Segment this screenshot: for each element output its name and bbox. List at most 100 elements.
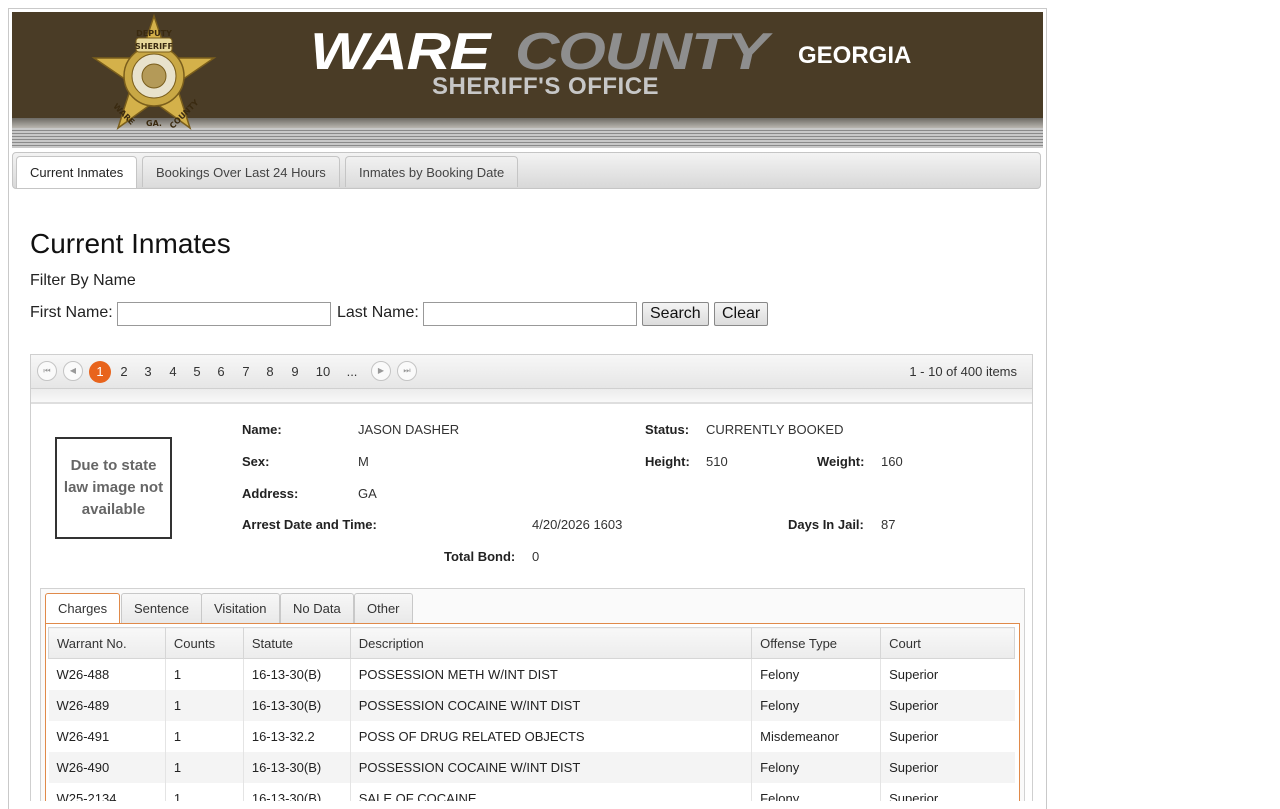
svg-text:SHERIFF: SHERIFF: [135, 42, 173, 51]
sex-value: M: [358, 454, 369, 469]
col-counts[interactable]: Counts: [164, 627, 244, 659]
charges-panel: Warrant No. Counts Statute Description O…: [45, 623, 1020, 801]
col-court[interactable]: Court: [880, 627, 1015, 659]
cell: Felony: [751, 690, 881, 721]
table-row[interactable]: W26-491 1 16-13-32.2 POSS OF DRUG RELATE…: [49, 721, 1015, 752]
status-label: Status:: [645, 422, 690, 437]
cell: 1: [164, 783, 244, 801]
pager: ⏮ ◀ 1 2 3 4 5 6 7 8 9 10 ... ▶ ⏭ 1 - 10 …: [31, 355, 1032, 389]
cell: W26-488: [56, 667, 110, 682]
tab-charges[interactable]: Charges: [45, 593, 121, 624]
table-row[interactable]: W26-489 1 16-13-30(B) POSSESSION COCAINE…: [48, 690, 1015, 721]
days-value: 87: [881, 517, 896, 532]
cell: Superior: [880, 752, 1015, 783]
weight-label: Weight:: [817, 454, 865, 469]
cell: Felony: [751, 752, 881, 783]
cell: 16-13-30(B): [242, 658, 351, 690]
main-tabbar: Current Inmates Bookings Over Last 24 Ho…: [12, 152, 1041, 189]
arrest-label: Arrest Date and Time:: [242, 517, 377, 532]
cell: SALE OF COCAINE: [349, 783, 752, 801]
status-value: CURRENTLY BOOKED: [706, 422, 844, 437]
clear-button[interactable]: Clear: [714, 302, 769, 326]
next-page-icon[interactable]: ▶: [371, 361, 391, 381]
cell: Superior: [880, 658, 1015, 690]
tab-no-data[interactable]: No Data: [280, 593, 354, 623]
inmate-photo-placeholder: Due to state law image not available: [55, 437, 172, 539]
last-name-input[interactable]: [423, 302, 637, 326]
weight-value: 160: [881, 454, 903, 469]
tab-inmates-by-booking-date[interactable]: Inmates by Booking Date: [345, 156, 519, 187]
first-name-input[interactable]: [117, 302, 331, 326]
cell: Superior: [880, 783, 1015, 801]
cell: Felony: [751, 658, 881, 690]
col-description[interactable]: Description: [349, 627, 753, 659]
page-9[interactable]: 9: [284, 361, 306, 383]
page-4[interactable]: 4: [162, 361, 184, 383]
name-label: Name:: [242, 422, 282, 437]
tab-bookings-24h[interactable]: Bookings Over Last 24 Hours: [142, 156, 340, 187]
cell: W26-489: [48, 690, 166, 721]
cell: W26-491: [56, 729, 110, 744]
cell: 1: [164, 658, 244, 690]
page-6[interactable]: 6: [210, 361, 232, 383]
last-name-label: Last Name:: [337, 304, 419, 321]
cell: Misdemeanor: [751, 721, 881, 752]
page-8[interactable]: 8: [259, 361, 281, 383]
svg-text:GA.: GA.: [146, 119, 162, 128]
page-5[interactable]: 5: [186, 361, 208, 383]
arrest-value: 4/20/2026 1603: [532, 517, 623, 532]
first-page-icon[interactable]: ⏮: [37, 361, 57, 381]
table-row[interactable]: W25-2134 1 16-13-30(B) SALE OF COCAINE F…: [49, 783, 1015, 801]
svg-text:DEPUTY: DEPUTY: [136, 29, 172, 38]
cell: 16-13-30(B): [242, 752, 351, 783]
title-state: GEORGIA: [798, 42, 912, 69]
col-warrant[interactable]: Warrant No.: [48, 627, 166, 659]
page-2[interactable]: 2: [113, 361, 135, 383]
height-label: Height:: [645, 454, 690, 469]
bond-label: Total Bond:: [444, 549, 516, 564]
cell: POSSESSION COCAINE W/INT DIST: [349, 752, 752, 783]
pager-info: 1 - 10 of 400 items: [909, 364, 1017, 379]
table-row[interactable]: W26-488 1 16-13-30(B) POSSESSION METH W/…: [49, 658, 1015, 690]
page-7[interactable]: 7: [235, 361, 257, 383]
days-label: Days In Jail:: [788, 517, 864, 532]
sheriff-badge-icon: DEPUTY SHERIFF WARE GA. COUNTY: [91, 13, 217, 131]
page-1[interactable]: 1: [89, 361, 111, 383]
detail-panel: Charges Sentence Visitation No Data Othe…: [40, 588, 1025, 801]
table-row[interactable]: W26-490 1 16-13-30(B) POSSESSION COCAINE…: [48, 752, 1015, 783]
tab-visitation[interactable]: Visitation: [201, 593, 280, 623]
cell: W26-490: [48, 752, 166, 783]
title-office: SHERIFF'S OFFICE: [432, 73, 660, 100]
page-more[interactable]: ...: [341, 361, 363, 383]
cell: 1: [164, 690, 244, 721]
tab-current-inmates[interactable]: Current Inmates: [16, 156, 138, 188]
col-statute[interactable]: Statute: [242, 627, 351, 659]
pager-divider: [31, 389, 1032, 404]
page-3[interactable]: 3: [137, 361, 159, 383]
cell: POSSESSION COCAINE W/INT DIST: [349, 690, 752, 721]
first-name-label: First Name:: [30, 304, 113, 321]
page-10[interactable]: 10: [311, 361, 335, 383]
cell: POSS OF DRUG RELATED OBJECTS: [349, 721, 752, 752]
bond-value: 0: [532, 549, 540, 564]
tab-sentence[interactable]: Sentence: [121, 593, 202, 623]
search-button[interactable]: Search: [642, 302, 709, 326]
inmate-grid: ⏮ ◀ 1 2 3 4 5 6 7 8 9 10 ... ▶ ⏭ 1 - 10 …: [30, 354, 1033, 801]
cell: Superior: [880, 690, 1015, 721]
address-label: Address:: [242, 486, 299, 501]
cell: 1: [164, 721, 244, 752]
page-title: Current Inmates: [30, 228, 231, 259]
name-value: JASON DASHER: [358, 422, 460, 437]
sex-label: Sex:: [242, 454, 270, 469]
last-page-icon[interactable]: ⏭: [397, 361, 417, 381]
height-value: 510: [706, 454, 728, 469]
cell: 16-13-32.2: [242, 721, 351, 752]
cell: Felony: [751, 783, 881, 801]
col-offense-type[interactable]: Offense Type: [751, 627, 882, 659]
cell: Superior: [880, 721, 1015, 752]
address-value: GA: [358, 486, 377, 501]
tab-other[interactable]: Other: [354, 593, 413, 623]
prev-page-icon[interactable]: ◀: [63, 361, 83, 381]
charges-header-row: Warrant No. Counts Statute Description O…: [48, 627, 1015, 659]
cell: 1: [164, 752, 244, 783]
